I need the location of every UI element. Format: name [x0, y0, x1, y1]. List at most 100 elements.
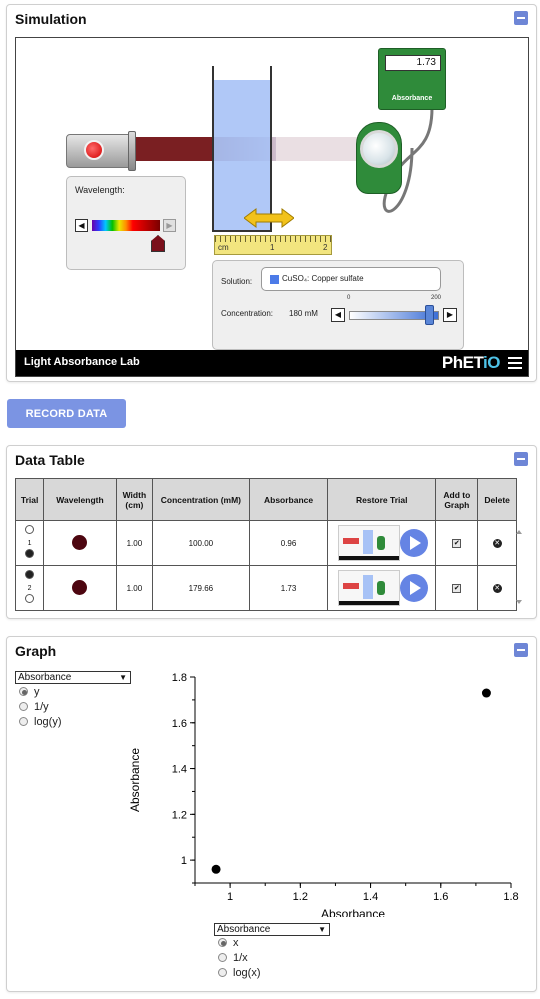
simulation-name: Light Absorbance Lab	[24, 356, 140, 368]
x-option-label: log(x)	[233, 967, 261, 979]
restore-trial-play-button[interactable]	[399, 574, 428, 602]
trial-thumbnail	[337, 525, 400, 561]
concentration-max-label: 200	[431, 295, 442, 301]
delete-trial-icon[interactable]: ✕	[492, 584, 502, 593]
wavelength-slider-thumb[interactable]	[151, 235, 165, 252]
simulation-footer: Light Absorbance Lab PhETiO	[16, 350, 528, 376]
concentration-min-label: 0	[347, 295, 351, 301]
radio-icon[interactable]	[218, 968, 227, 977]
x-transform-option[interactable]: 1/x	[218, 952, 248, 964]
header-absorbance: Absorbance	[248, 478, 329, 521]
header-concentration: Concentration (mM)	[152, 478, 250, 521]
y-option-label: 1/y	[34, 701, 49, 713]
move-up-icon[interactable]	[25, 524, 35, 534]
x-tick-label: 1.4	[363, 891, 378, 903]
width-cell: 1.00	[115, 520, 154, 566]
concentration-cell: 179.66	[152, 565, 250, 611]
delete-cell: ✕	[477, 520, 517, 566]
concentration-decrease-button[interactable]: ◀	[331, 308, 345, 322]
x-tick-label: 1.8	[503, 891, 518, 903]
restore-trial-play-button[interactable]	[399, 529, 428, 557]
absorbance-readout: 1.73	[385, 55, 441, 71]
wavelength-cell	[43, 565, 117, 611]
wavelength-increase-button[interactable]: ▶	[163, 219, 176, 232]
x-option-label: x	[233, 937, 239, 949]
y-transform-option[interactable]: log(y)	[19, 716, 62, 728]
concentration-increase-button[interactable]: ▶	[443, 308, 457, 322]
ruler-tick-2: 2	[323, 243, 328, 252]
scrollbar-track[interactable]	[516, 520, 533, 566]
header-delete: Delete	[477, 478, 517, 521]
y-transform-option[interactable]: 1/y	[19, 701, 49, 713]
trial-thumbnail	[337, 570, 400, 606]
restore-trial-control	[332, 523, 432, 563]
add-to-graph-checkbox[interactable]: ✔	[452, 584, 462, 593]
absorbance-scatter-plot: 1 1.2 1.4 1.6 1.8 1 1.2 1.4 1.6 1.8 Absorbance Abso…	[128, 672, 519, 917]
solution-select[interactable]: CuSO₄: Copper sulfate	[261, 267, 441, 291]
wavelength-color-swatch	[72, 579, 88, 595]
x-transform-option[interactable]: log(x)	[218, 967, 261, 979]
move-up-icon[interactable]	[25, 569, 35, 579]
x-axis-select-value: Absorbance	[217, 924, 271, 935]
y-tick-label: 1.2	[172, 809, 187, 821]
chevron-down-icon: ▼	[318, 925, 326, 934]
hamburger-menu-icon[interactable]	[508, 357, 522, 369]
y-tick-label: 1.8	[172, 672, 187, 684]
absorbance-cell: 1.73	[248, 565, 329, 611]
x-transform-option[interactable]: x	[218, 937, 239, 949]
restore-trial-cell	[327, 565, 437, 611]
table-header-row: Trial Wavelength Width (cm) Concentratio…	[14, 478, 533, 521]
cuvette-width-drag-arrow-icon[interactable]	[244, 208, 294, 228]
delete-trial-icon[interactable]: ✕	[492, 539, 502, 548]
move-down-icon[interactable]	[25, 548, 35, 558]
solution-controls: Solution: CuSO₄: Copper sulfate Concentr…	[212, 260, 464, 350]
radio-icon[interactable]	[19, 717, 28, 726]
collapse-data-table-button[interactable]	[514, 452, 528, 466]
trial-cell: 2	[14, 565, 45, 611]
graph-panel: Graph Absorbance ▼ y 1/y log(y) 1 1.2 1.4 1…	[6, 636, 537, 992]
data-table: Trial Wavelength Width (cm) Concentratio…	[14, 478, 533, 611]
add-to-graph-cell: ✔	[435, 565, 479, 611]
x-tick-label: 1.2	[293, 891, 308, 903]
y-transform-option[interactable]: y	[19, 686, 40, 698]
add-to-graph-checkbox[interactable]: ✔	[452, 539, 462, 548]
ruler[interactable]: cm 1 2	[214, 235, 332, 255]
trial-number: 1	[27, 539, 32, 547]
wavelength-spectrum-slider[interactable]	[92, 220, 160, 231]
y-axis-select-value: Absorbance	[18, 672, 72, 683]
ruler-tick-1: 1	[270, 243, 275, 252]
record-data-button[interactable]: RECORD DATA	[7, 399, 126, 428]
restore-trial-cell	[327, 520, 437, 566]
collapse-graph-button[interactable]	[514, 643, 528, 657]
radio-icon[interactable]	[218, 938, 227, 947]
data-table-title: Data Table	[15, 452, 85, 468]
scroll-up-icon[interactable]	[516, 530, 522, 534]
header-trial: Trial	[14, 478, 45, 521]
concentration-slider-thumb[interactable]	[425, 305, 434, 325]
collapse-simulation-button[interactable]	[514, 11, 528, 25]
scroll-down-icon[interactable]	[516, 600, 522, 604]
radio-icon[interactable]	[218, 953, 227, 962]
data-table-panel: Data Table Trial Wavelength Width (cm) C…	[6, 445, 537, 619]
radio-icon[interactable]	[19, 702, 28, 711]
radio-icon[interactable]	[19, 687, 28, 696]
scrollbar-gutter	[516, 478, 533, 521]
x-axis-quantity-select[interactable]: Absorbance ▼	[214, 923, 330, 936]
light-on-button[interactable]	[84, 140, 104, 160]
wavelength-decrease-button[interactable]: ◀	[75, 219, 88, 232]
light-beam-transmitted	[276, 137, 360, 161]
y-option-label: y	[34, 686, 40, 698]
x-axis-title: Absorbance	[321, 907, 385, 917]
table-row: 2 1.00 179.66 1.73 ✔ ✕	[14, 565, 533, 611]
move-down-icon[interactable]	[25, 593, 35, 603]
detector-lens	[360, 130, 398, 168]
wavelength-control: Wavelength: ◀ ▶	[66, 176, 186, 270]
concentration-cell: 100.00	[152, 520, 250, 566]
ruler-ticks	[215, 236, 331, 242]
trial-number: 2	[27, 584, 32, 592]
delete-cell: ✕	[477, 565, 517, 611]
x-tick-label: 1	[227, 891, 233, 903]
wavelength-cell	[43, 520, 117, 566]
y-tick-label: 1	[181, 855, 187, 867]
light-beam	[136, 137, 212, 161]
